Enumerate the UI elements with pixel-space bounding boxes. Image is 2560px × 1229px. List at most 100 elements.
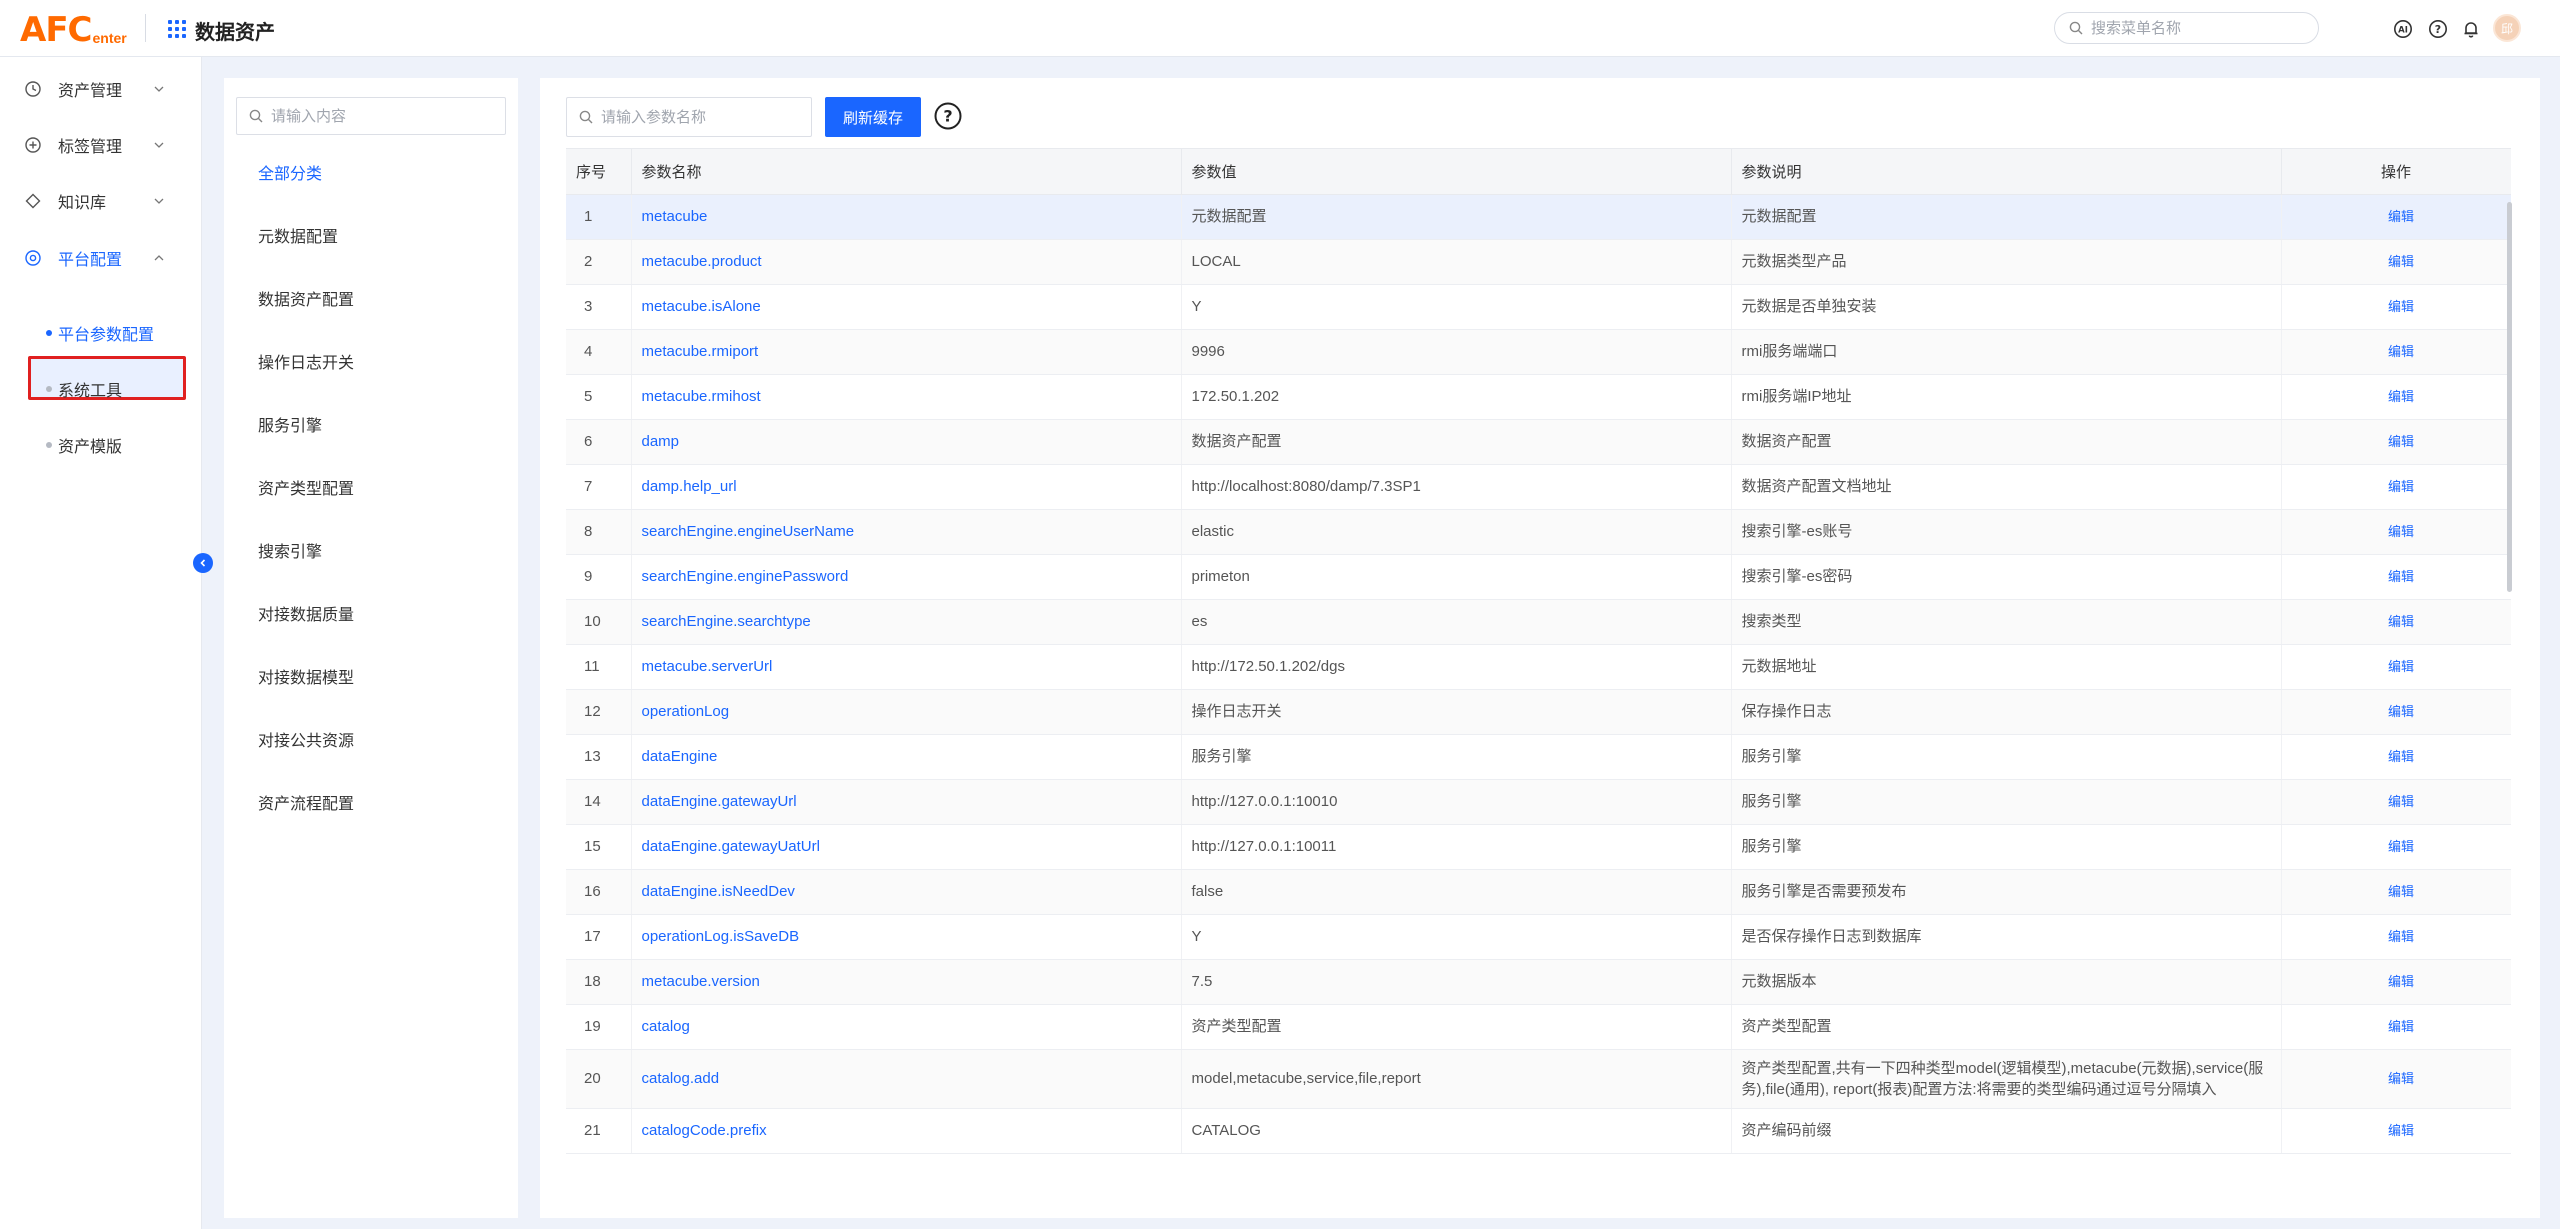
table-row[interactable]: 16 dataEngine.isNeedDev false 服务引擎是否需要预发布 编辑 [566,869,2511,915]
table-row[interactable]: 14 dataEngine.gatewayUrl http://127.0.0.1:… [566,779,2511,825]
column-header-desc[interactable]: 参数说明 [1731,149,2282,195]
row-edit-link[interactable]: 编辑 [2281,284,2511,330]
row-edit-link[interactable]: 编辑 [2281,239,2511,285]
row-edit-link[interactable]: 编辑 [2281,419,2511,465]
row-edit-link[interactable]: 编辑 [2281,959,2511,1005]
row-param-name[interactable]: catalog.add [631,1049,1182,1109]
sidebar-item-tag-management[interactable]: 标签管理 [0,125,202,165]
table-row[interactable]: 15 dataEngine.gatewayUatUrl http://127.0.0… [566,824,2511,870]
table-row[interactable]: 21 catalogCode.prefix CATALOG 资产编码前缀 编辑 [566,1108,2511,1154]
row-param-name[interactable]: metacube.version [631,959,1182,1005]
table-row[interactable]: 6 damp 数据资产配置 数据资产配置 编辑 [566,419,2511,465]
table-row[interactable]: 12 operationLog 操作日志开关 保存操作日志 编辑 [566,689,2511,735]
table-row[interactable]: 20 catalog.add model,metacube,service,file… [566,1049,2511,1109]
table-row[interactable]: 17 operationLog.isSaveDB Y 是否保存操作日志到数据库 编辑 [566,914,2511,960]
row-param-name[interactable]: operationLog.isSaveDB [631,914,1182,960]
row-edit-link[interactable]: 编辑 [2281,374,2511,420]
afcenter-logo[interactable]: AFC enter [20,8,127,48]
category-item[interactable]: 服务引擎 [258,412,322,436]
table-row[interactable]: 10 searchEngine.searchtype es 搜索类型 编辑 [566,599,2511,645]
row-edit-link[interactable]: 编辑 [2281,824,2511,870]
row-edit-link[interactable]: 编辑 [2281,194,2511,240]
row-param-name[interactable]: damp [631,419,1182,465]
category-item[interactable]: 搜索引擎 [258,538,322,562]
table-row[interactable]: 13 dataEngine 服务引擎 服务引擎 编辑 [566,734,2511,780]
table-row[interactable]: 3 metacube.isAlone Y 元数据是否单独安装 编辑 [566,284,2511,330]
question-circle-icon[interactable]: ? [933,101,963,131]
category-item[interactable]: 资产流程配置 [258,790,354,814]
param-search[interactable] [566,97,812,137]
category-search[interactable] [236,97,506,135]
row-param-name[interactable]: searchEngine.engineUserName [631,509,1182,555]
category-item-all[interactable]: 全部分类 [258,160,322,184]
sidebar-item-platform-config[interactable]: 平台配置 [0,238,202,278]
column-header-value[interactable]: 参数值 [1181,149,1732,195]
row-edit-link[interactable]: 编辑 [2281,509,2511,555]
menu-search-input[interactable] [2091,19,2291,37]
category-item[interactable]: 对接数据质量 [258,601,354,625]
sidebar-subitem-system-tools[interactable]: 系统工具 [0,371,202,407]
category-item[interactable]: 数据资产配置 [258,286,354,310]
table-row[interactable]: 8 searchEngine.engineUserName elastic 搜索引擎-… [566,509,2511,555]
category-search-input[interactable] [271,107,491,125]
category-item[interactable]: 对接数据模型 [258,664,354,688]
row-edit-link[interactable]: 编辑 [2281,734,2511,780]
row-edit-link[interactable]: 编辑 [2281,329,2511,375]
row-param-name[interactable]: dataEngine [631,734,1182,780]
row-param-name[interactable]: dataEngine.isNeedDev [631,869,1182,915]
table-row[interactable]: 19 catalog 资产类型配置 资产类型配置 编辑 [566,1004,2511,1050]
row-edit-link[interactable]: 编辑 [2281,554,2511,600]
row-param-name[interactable]: metacube.product [631,239,1182,285]
row-param-name[interactable]: catalog [631,1004,1182,1050]
ai-assistant-icon[interactable]: AI [2393,19,2413,39]
row-edit-link[interactable]: 编辑 [2281,599,2511,645]
table-row[interactable]: 9 searchEngine.enginePassword primeton 搜索引擎… [566,554,2511,600]
param-search-input[interactable] [601,108,801,126]
row-param-name[interactable]: metacube.rmiport [631,329,1182,375]
row-edit-link[interactable]: 编辑 [2281,869,2511,915]
row-edit-link[interactable]: 编辑 [2281,689,2511,735]
row-param-name[interactable]: operationLog [631,689,1182,735]
menu-search[interactable] [2054,12,2319,44]
table-row[interactable]: 4 metacube.rmiport 9996 rmi服务端端口 编辑 [566,329,2511,375]
row-param-name[interactable]: dataEngine.gatewayUrl [631,779,1182,825]
row-param-name[interactable]: metacube.serverUrl [631,644,1182,690]
category-item[interactable]: 资产类型配置 [258,475,354,499]
sidebar-item-knowledge-base[interactable]: 知识库 [0,181,202,221]
row-param-name[interactable]: searchEngine.searchtype [631,599,1182,645]
row-edit-link[interactable]: 编辑 [2281,914,2511,960]
refresh-cache-button[interactable]: 刷新缓存 [825,97,921,137]
row-param-name[interactable]: metacube [631,194,1182,240]
row-param-name[interactable]: catalogCode.prefix [631,1108,1182,1154]
table-row[interactable]: 1 metacube 元数据配置 元数据配置 编辑 [566,194,2511,240]
column-header-name[interactable]: 参数名称 [631,149,1182,195]
sidebar-subitem-platform-params[interactable]: 平台参数配置 [0,315,202,351]
category-item[interactable]: 操作日志开关 [258,349,354,373]
row-edit-link[interactable]: 编辑 [2281,779,2511,825]
category-item[interactable]: 元数据配置 [258,223,338,247]
user-avatar[interactable]: 邱 [2493,14,2521,42]
row-param-name[interactable]: damp.help_url [631,464,1182,510]
row-edit-link[interactable]: 编辑 [2281,1049,2511,1109]
row-param-name[interactable]: metacube.rmihost [631,374,1182,420]
row-param-name[interactable]: metacube.isAlone [631,284,1182,330]
table-row[interactable]: 7 damp.help_url http://localhost:8080/damp… [566,464,2511,510]
row-param-name[interactable]: dataEngine.gatewayUatUrl [631,824,1182,870]
sidebar-collapse-button[interactable] [193,553,213,573]
table-scrollbar[interactable] [2507,202,2512,592]
sidebar-item-asset-management[interactable]: 资产管理 [0,69,202,109]
app-grid-icon[interactable] [168,20,186,38]
row-edit-link[interactable]: 编辑 [2281,464,2511,510]
category-item[interactable]: 对接公共资源 [258,727,354,751]
row-edit-link[interactable]: 编辑 [2281,1004,2511,1050]
bell-icon[interactable] [2461,19,2481,39]
table-row[interactable]: 11 metacube.serverUrl http://172.50.1.202/… [566,644,2511,690]
table-row[interactable]: 2 metacube.product LOCAL 元数据类型产品 编辑 [566,239,2511,285]
row-edit-link[interactable]: 编辑 [2281,644,2511,690]
table-row[interactable]: 5 metacube.rmihost 172.50.1.202 rmi服务端IP地址编… [566,374,2511,420]
table-row[interactable]: 18 metacube.version 7.5 元数据版本 编辑 [566,959,2511,1005]
help-icon[interactable]: ? [2428,19,2448,39]
row-edit-link[interactable]: 编辑 [2281,1108,2511,1154]
row-param-name[interactable]: searchEngine.enginePassword [631,554,1182,600]
sidebar-subitem-asset-templates[interactable]: 资产模版 [0,427,202,463]
